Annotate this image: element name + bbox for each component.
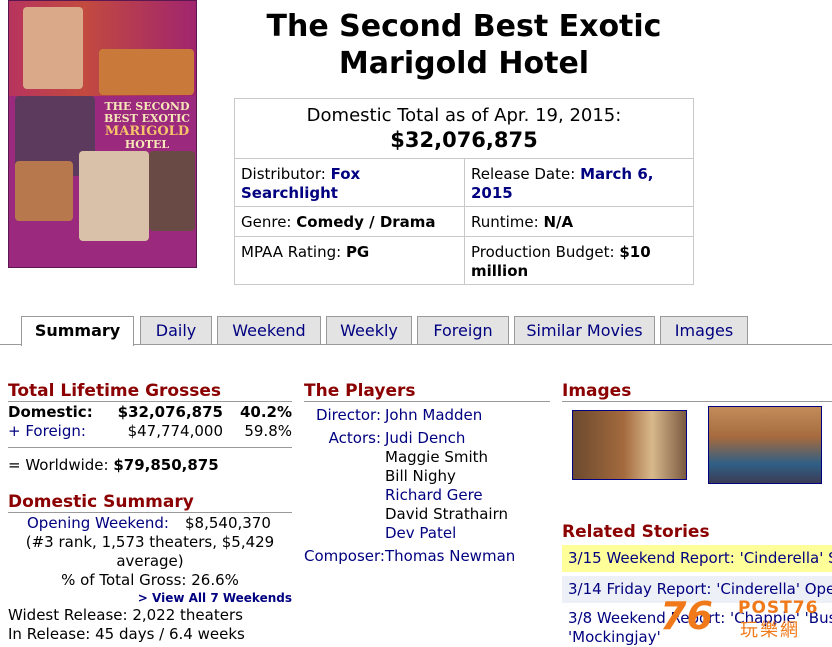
mpaa-value: PG [345,243,370,261]
runtime-label: Runtime: [471,213,539,231]
poster-portrait [23,7,83,89]
view-all-weekends-link[interactable]: > View All 7 Weekends [8,590,292,606]
domestic-summary: Opening Weekend: $8,540,370 (#3 rank, 1,… [8,514,308,644]
opening-weekend-value: $8,540,370 [185,514,271,532]
poster-title: THE SECOND BEST EXOTIC MARIGOLD HOTEL [97,101,196,151]
movie-poster: THE SECOND BEST EXOTIC MARIGOLD HOTEL [8,0,197,268]
in-release: In Release: 45 days / 6.4 weeks [8,625,245,643]
genre-cell: Genre: Comedy / Drama [235,207,464,236]
title-line-2: Marigold Hotel [338,46,590,81]
budget-label: Production Budget: [471,243,615,261]
pct-of-total: % of Total Gross: 26.6% [61,571,239,589]
poster-portrait [99,49,194,95]
tab-summary[interactable]: Summary [21,316,134,346]
actor-link[interactable]: Judi Dench [385,429,508,448]
poster-title-line: HOTEL [124,138,170,151]
opening-detail: average) [116,552,184,570]
watermark-chinese: 玩樂網 [740,620,800,641]
release-date-label: Release Date: [471,165,576,183]
actor-link[interactable]: Richard Gere [385,486,508,505]
tab-images[interactable]: Images [660,316,748,344]
distributor-cell: Distributor: Fox Searchlight [235,159,464,206]
related-stories-heading: Related Stories [562,522,710,542]
poster-title-line: MARIGOLD [104,124,190,139]
worldwide-gross-row: = Worldwide: $79,850,875 [8,447,292,475]
movie-still-thumbnail[interactable] [708,406,822,484]
budget-cell: Production Budget: $10 million [464,237,693,284]
opening-weekend-row: Opening Weekend: $8,540,370 [8,514,308,533]
movie-info-table: Domestic Total as of Apr. 19, 2015: $32,… [234,98,694,285]
widest-release: Widest Release: 2,022 theaters [8,606,243,624]
tab-similar-movies[interactable]: Similar Movies [514,316,655,344]
opening-weekend-link[interactable]: Opening Weekend: [27,514,185,533]
worldwide-gross-value: $79,850,875 [113,456,219,474]
watermark-text: POST76 [738,598,819,618]
poster-portrait [149,151,195,231]
players-heading: The Players [304,381,550,402]
composer-label: Composer: [304,547,385,565]
actor-name: Maggie Smith [385,448,489,466]
composer-row: Composer: Thomas Newman [304,547,550,566]
director-row: Director: John Madden [304,406,550,425]
foreign-gross-value: $47,774,000 [127,422,223,440]
release-date-cell: Release Date: March 6, 2015 [464,159,693,206]
domestic-gross-row: Domestic: $32,076,875 40.2% [8,403,292,422]
watermark-logo: 76 POST76 玩樂網 [660,596,832,641]
director-link[interactable]: John Madden [385,406,482,425]
watermark-number: 76 [660,594,713,638]
lifetime-grosses-heading: Total Lifetime Grosses [8,381,292,402]
domestic-total-value: $32,076,875 [390,128,538,152]
actor-name: Bill Nighy [385,467,456,485]
composer-link[interactable]: Thomas Newman [385,547,515,566]
director-label: Director: [315,406,381,424]
poster-portrait [79,151,149,241]
actors-row: Actors: Judi Dench Maggie Smith Bill Nig… [304,429,550,543]
foreign-gross-pct: 59.8% [244,422,292,440]
tab-foreign[interactable]: Foreign [417,316,509,344]
domestic-total-cell: Domestic Total as of Apr. 19, 2015: $32,… [235,99,693,158]
players-list: Director: John Madden Actors: Judi Dench… [304,406,550,566]
lifetime-grosses-table: Domestic: $32,076,875 40.2% + Foreign: $… [8,403,292,475]
related-story-link[interactable]: 3/15 Weekend Report: 'Cinderella' Sh [562,545,832,572]
domestic-gross-pct: 40.2% [239,403,292,421]
movie-still-thumbnail[interactable] [572,410,687,480]
actor-name: David Strathairn [385,505,508,523]
genre-label: Genre: [241,213,292,231]
domestic-summary-heading: Domestic Summary [8,492,292,513]
runtime-value: N/A [543,213,574,231]
domestic-gross-value: $32,076,875 [117,403,223,421]
images-heading: Images [562,381,832,402]
mpaa-label: MPAA Rating: [241,243,342,261]
worldwide-gross-label: = Worldwide: [8,456,109,474]
runtime-cell: Runtime: N/A [464,207,693,236]
tab-bar: Summary Daily Weekend Weekly Foreign Sim… [0,316,832,346]
genre-value: Comedy / Drama [296,213,436,231]
distributor-label: Distributor: [241,165,326,183]
domestic-gross-label: Domestic: [8,403,93,421]
actors-label: Actors: [328,429,381,447]
foreign-gross-link[interactable]: + Foreign: [8,422,108,441]
mpaa-cell: MPAA Rating: PG [235,237,464,284]
tab-weekend[interactable]: Weekend [217,316,321,344]
poster-portrait [15,161,73,221]
title-line-1: The Second Best Exotic [266,9,662,44]
foreign-gross-row: + Foreign: $47,774,000 59.8% [8,422,292,441]
actor-link[interactable]: Dev Patel [385,524,508,543]
tab-weekly[interactable]: Weekly [326,316,412,344]
domestic-total-label: Domestic Total as of Apr. 19, 2015: [306,105,622,126]
page-title: The Second Best Exotic Marigold Hotel [234,8,694,82]
tab-daily[interactable]: Daily [140,316,212,344]
opening-detail: (#3 rank, 1,573 theaters, $5,429 [25,533,275,551]
